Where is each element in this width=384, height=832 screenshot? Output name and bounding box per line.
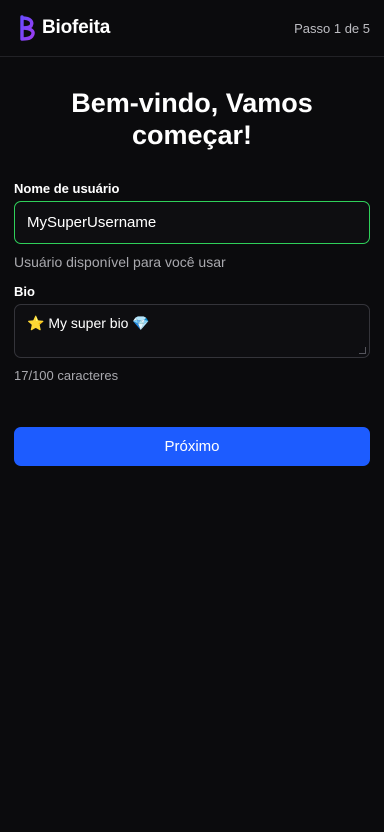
bio-label: Bio — [14, 284, 35, 299]
bio-character-counter: 17/100 caracteres — [14, 368, 119, 383]
step-indicator: Passo 1 de 5 — [294, 20, 370, 36]
brand[interactable]: Biofeita — [16, 15, 110, 41]
brand-name: Biofeita — [42, 17, 111, 38]
next-button[interactable]: Próximo — [14, 427, 370, 466]
biofeita-logo-icon — [20, 15, 35, 41]
username-label: Nome de usuário — [14, 181, 120, 196]
bio-field[interactable]: ⭐ My super bio 💎 — [14, 304, 370, 358]
onboarding-form: Nome de usuário Usuário disponível para … — [0, 181, 384, 466]
page-title: Bem-vindo, Vamos começar! — [71, 88, 313, 150]
resize-handle-icon[interactable] — [359, 347, 366, 354]
username-status: Usuário disponível para você usar — [14, 254, 226, 270]
top-bar: Biofeita Passo 1 de 5 — [0, 0, 384, 57]
username-field[interactable] — [14, 201, 370, 244]
username-input[interactable] — [27, 214, 357, 231]
bio-input[interactable]: ⭐ My super bio 💎 — [27, 315, 357, 337]
